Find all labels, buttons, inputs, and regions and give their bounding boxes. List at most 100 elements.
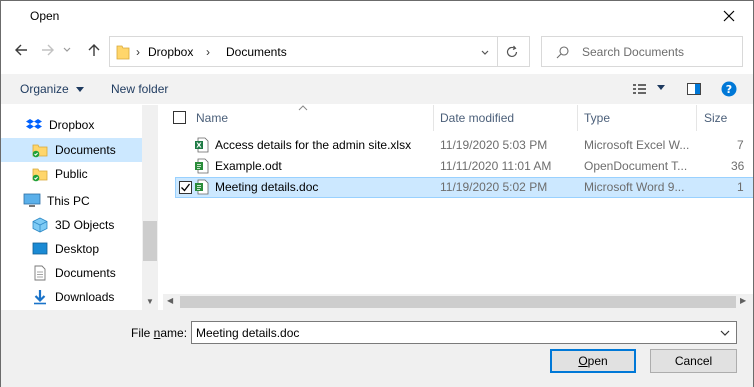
file-type: Microsoft Word 9... [584,180,685,194]
breadcrumb-documents[interactable]: Documents [226,45,287,59]
breadcrumb-dropbox[interactable]: Dropbox [148,45,193,59]
file-row[interactable]: X Access details for the admin site.xlsx… [175,135,753,156]
chevron-down-icon[interactable] [480,48,490,58]
nav-scrollbar[interactable]: ▼ [142,105,158,310]
file-type: Microsoft Excel W... [584,138,690,152]
address-divider [497,37,498,66]
svg-text:?: ? [726,83,732,96]
word-file-icon [195,179,209,195]
file-size: 36 [731,159,745,173]
open-dialog: Open › Dropbox › Documents Search Docume… [0,0,754,387]
sort-ascending-icon [298,105,308,111]
title-bar: Open [1,1,753,32]
breadcrumb-separator: › [206,45,210,59]
search-placeholder: Search Documents [582,45,685,59]
folder-synced-icon [31,141,49,159]
arrow-left-icon [15,44,27,56]
search-icon [556,46,569,59]
3d-objects-icon [31,216,49,234]
nav-item-label: Public [55,167,88,181]
arrow-up-icon [88,44,100,56]
file-name: Access details for the admin site.xlsx [215,138,412,152]
column-header-name[interactable]: Name [196,111,228,125]
organize-label: Organize [20,82,69,96]
nav-item-label: Desktop [55,242,100,256]
bottom-panel: File name: Meeting details.doc Open Canc… [1,310,753,387]
window-title: Open [30,9,60,23]
up-button[interactable] [83,39,105,61]
breadcrumb-separator: › [136,45,140,59]
nav-item-label: Dropbox [49,118,95,132]
column-divider [577,105,578,131]
toolbar: Organize New folder ? [1,74,753,104]
file-list: Name Date modified Type Size X Access de… [163,105,753,310]
column-divider [433,105,434,131]
refresh-icon[interactable] [504,44,520,60]
nav-item-desktop[interactable]: Desktop [31,237,142,261]
nav-item-this-pc[interactable]: This PC [23,189,142,213]
file-name: Meeting details.doc [215,180,319,194]
nav-item-label: Documents [55,266,116,280]
preview-pane-icon[interactable] [686,81,702,97]
scroll-down-icon[interactable]: ▼ [146,297,154,306]
address-bar[interactable]: › Dropbox › Documents [109,36,530,67]
open-button[interactable]: Open [550,349,636,373]
caret-down-icon [76,86,85,92]
help-icon[interactable]: ? [721,81,737,97]
nav-item-3d-objects[interactable]: 3D Objects [31,213,142,237]
column-header-size[interactable]: Size [704,111,727,125]
file-size: 7 [737,138,744,152]
file-row-selected[interactable]: Meeting details.doc 11/19/2020 5:02 PM M… [175,177,753,198]
file-name-label: File name: [131,326,188,340]
column-header-row: Name Date modified Type Size [163,105,753,131]
file-size: 1 [737,180,744,194]
nav-item-label: This PC [47,194,90,208]
scroll-right-icon[interactable]: ▶ [740,296,746,305]
column-header-date-modified[interactable]: Date modified [440,111,514,125]
file-row[interactable]: Example.odt 11/11/2020 11:01 AM OpenDocu… [175,156,753,177]
caret-down-icon[interactable] [657,85,665,91]
file-name: Example.odt [215,159,282,173]
search-box[interactable]: Search Documents [541,36,743,67]
odt-file-icon [195,158,209,174]
organize-button[interactable]: Organize [20,82,85,96]
chevron-down-icon[interactable] [720,329,730,337]
nav-item-dropbox[interactable]: Dropbox [25,113,141,137]
file-date: 11/11/2020 11:01 AM [440,159,552,173]
back-button[interactable] [10,39,32,61]
recent-locations-button[interactable] [60,39,74,61]
horizontal-scrollbar[interactable]: ◀ ▶ [163,294,753,310]
view-options-icon[interactable] [632,82,648,96]
column-header-type[interactable]: Type [584,111,610,125]
checkmark-icon [181,183,191,192]
forward-button[interactable] [37,39,59,61]
nav-item-downloads[interactable]: Downloads [31,285,142,309]
downloads-icon [31,288,49,306]
computer-icon [23,192,41,210]
navigation-pane: Dropbox Documents Public This PC 3D Obje… [1,105,158,310]
horizontal-scrollbar-thumb[interactable] [180,296,736,308]
nav-item-public[interactable]: Public [31,162,142,186]
file-type: OpenDocument T... [584,159,688,173]
nav-item-documents[interactable]: Documents [1,138,142,162]
row-checkbox[interactable] [179,181,192,194]
nav-scrollbar-thumb[interactable] [143,221,157,261]
close-icon[interactable] [719,6,739,26]
excel-file-icon: X [195,137,209,153]
select-all-checkbox[interactable] [173,111,186,124]
scroll-left-icon[interactable]: ◀ [167,296,173,305]
dropbox-icon [25,116,43,134]
desktop-icon [31,240,49,258]
file-name-input[interactable]: Meeting details.doc [191,321,737,344]
column-divider [696,105,697,131]
documents-icon [31,264,49,282]
cancel-button[interactable]: Cancel [650,349,737,373]
new-folder-button[interactable]: New folder [111,82,168,96]
folder-icon [116,45,130,60]
nav-item-documents-pc[interactable]: Documents [31,261,142,285]
arrow-right-icon [42,44,54,56]
nav-item-label: 3D Objects [55,218,115,232]
file-date: 11/19/2020 5:03 PM [440,138,548,152]
folder-synced-icon [31,165,49,183]
file-date: 11/19/2020 5:02 PM [440,180,548,194]
